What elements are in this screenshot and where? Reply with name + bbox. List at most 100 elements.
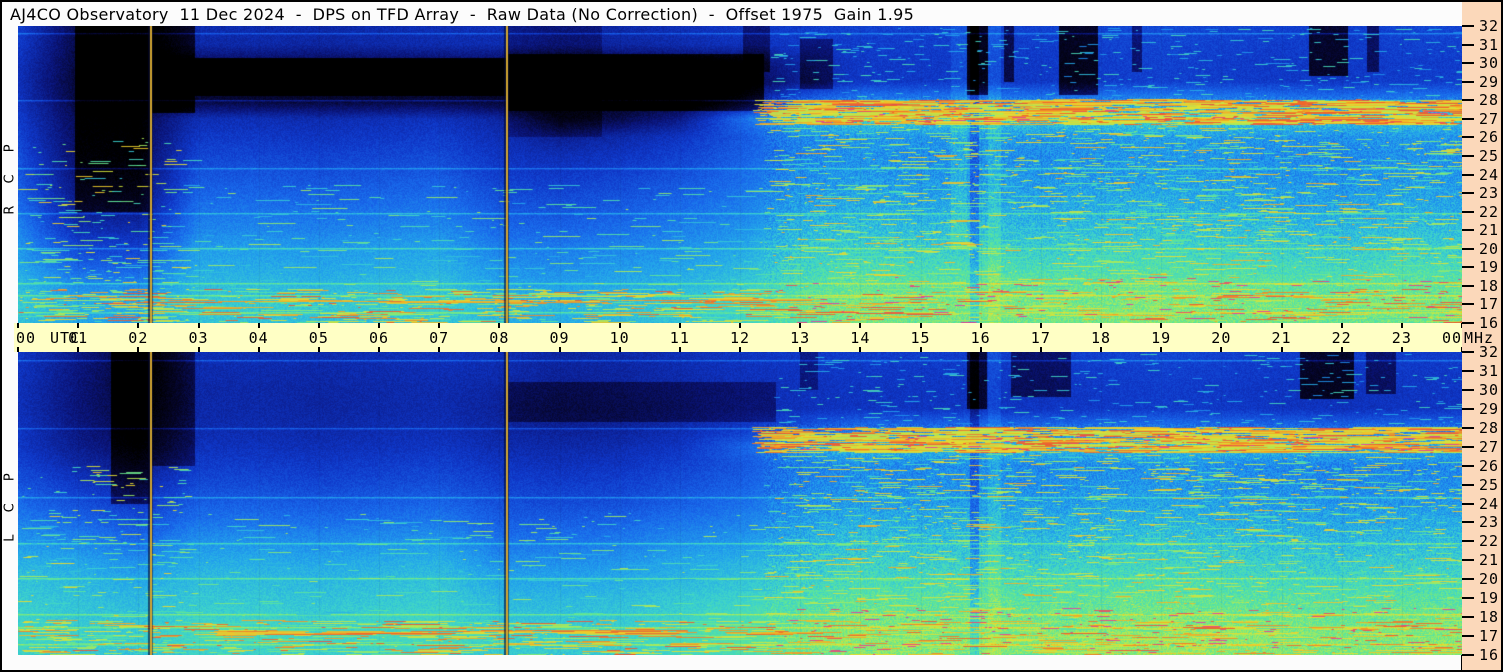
hour-tick — [438, 323, 441, 328]
hour-tick — [1100, 347, 1102, 352]
hour-tick — [1220, 347, 1223, 352]
hour-tick — [1160, 323, 1163, 328]
rcp-polarization-label: R C P — [2, 135, 18, 215]
freq-label: 30 — [1479, 54, 1500, 73]
hour-label: 17 — [1030, 329, 1051, 347]
hour-label: 11 — [669, 329, 690, 347]
freq-label: 17 — [1479, 295, 1500, 314]
hour-tick — [859, 323, 862, 328]
hour-label: 13 — [790, 329, 811, 347]
freq-tick — [1462, 351, 1474, 353]
freq-tick — [1462, 284, 1474, 287]
title-bar: AJ4CO Observatory 11 Dec 2024 - DPS on T… — [2, 2, 1462, 26]
hour-label: 00 — [16, 329, 37, 347]
hour-label: 14 — [850, 329, 871, 347]
freq-label: 29 — [1479, 399, 1500, 418]
freq-tick — [1462, 43, 1474, 46]
hour-tick — [739, 347, 741, 352]
freq-tick — [1462, 266, 1474, 269]
hour-label: 01 — [68, 329, 89, 347]
hour-label: 09 — [549, 329, 570, 347]
freq-label: 24 — [1479, 165, 1500, 184]
rcp-spectrogram — [18, 26, 1462, 323]
lcp-polarization-label: L C P — [2, 464, 18, 542]
hour-tick — [1280, 347, 1283, 352]
freq-tick — [1462, 154, 1474, 157]
hour-tick — [317, 323, 320, 328]
freq-tick — [1462, 407, 1474, 410]
hour-tick — [739, 323, 741, 328]
freq-label: 21 — [1479, 221, 1500, 240]
freq-label: 32 — [1479, 17, 1500, 35]
freq-label: 30 — [1479, 380, 1500, 399]
freq-tick — [1462, 99, 1474, 102]
hour-tick — [197, 347, 200, 352]
freq-label: 26 — [1479, 456, 1500, 475]
freq-tick — [1462, 173, 1474, 176]
hour-tick — [1400, 347, 1403, 352]
hour-tick — [618, 323, 621, 328]
freq-tick — [1462, 229, 1474, 232]
hour-label: 15 — [910, 329, 931, 347]
freq-tick — [1462, 559, 1474, 562]
freq-label: 22 — [1479, 202, 1500, 221]
hour-tick — [1100, 323, 1102, 328]
hour-label: 00 — [1441, 329, 1462, 347]
hour-tick — [378, 347, 380, 352]
time-axis: 00 UTC 01 02 03 04 05 06 07 08 09 10 11 12 13 14 15 16 17 1… — [14, 323, 1463, 352]
hour-label: 03 — [188, 329, 209, 347]
hour-tick — [558, 323, 561, 328]
freq-label: 20 — [1479, 239, 1500, 258]
hour-label: 22 — [1331, 329, 1352, 347]
hour-label: 18 — [1090, 329, 1112, 347]
freq-label: 23 — [1479, 513, 1500, 532]
freq-tick — [1462, 483, 1474, 486]
hour-tick — [498, 323, 501, 328]
hour-tick — [1220, 323, 1223, 328]
hour-tick — [678, 323, 681, 328]
freq-tick — [1462, 521, 1474, 524]
hour-tick — [1039, 347, 1042, 352]
hour-tick — [618, 347, 621, 352]
hour-tick — [77, 323, 80, 328]
hour-tick — [438, 347, 441, 352]
hour-label: 20 — [1211, 329, 1232, 347]
freq-tick — [1462, 502, 1474, 505]
hour-tick — [1400, 323, 1403, 328]
hour-tick — [558, 347, 561, 352]
freq-label: 24 — [1479, 494, 1500, 513]
hour-tick — [979, 323, 982, 328]
hour-label: 05 — [308, 329, 329, 347]
frequency-axis: 32 31 30 29 28 27 26 25 24 23 22 21 20 19 18 17 16 32 31 30… — [1462, 2, 1501, 670]
hour-label: 08 — [489, 329, 510, 347]
hour-tick — [257, 323, 260, 328]
freq-label: 29 — [1479, 72, 1500, 91]
freq-label: 18 — [1479, 608, 1500, 627]
mhz-unit-label: MHz — [1464, 329, 1495, 347]
freq-tick — [1462, 136, 1474, 139]
hour-tick — [257, 347, 260, 352]
lcp-spectrogram — [18, 352, 1462, 655]
hour-label: 10 — [609, 329, 630, 347]
freq-tick — [1462, 464, 1474, 467]
hour-tick — [919, 323, 922, 328]
freq-tick — [1462, 369, 1474, 372]
freq-label: 19 — [1479, 589, 1500, 608]
hour-tick — [1039, 323, 1042, 328]
freq-tick — [1462, 80, 1474, 83]
freq-label: 25 — [1479, 475, 1500, 494]
page-title: AJ4CO Observatory 11 Dec 2024 - DPS on T… — [10, 5, 915, 24]
hour-tick — [317, 347, 320, 352]
freq-tick — [1462, 578, 1474, 581]
freq-tick — [1462, 635, 1474, 638]
freq-tick — [1462, 616, 1474, 619]
hour-tick — [799, 347, 802, 352]
hour-label: 16 — [970, 329, 991, 347]
freq-tick — [1462, 540, 1474, 543]
freq-tick — [1462, 388, 1474, 391]
freq-label: 23 — [1479, 184, 1500, 203]
hour-label: 07 — [429, 329, 450, 347]
freq-tick — [1462, 445, 1474, 448]
hour-tick — [17, 323, 19, 328]
spectrograph-display: AJ4CO Observatory 11 Dec 2024 - DPS on T… — [0, 0, 1503, 672]
